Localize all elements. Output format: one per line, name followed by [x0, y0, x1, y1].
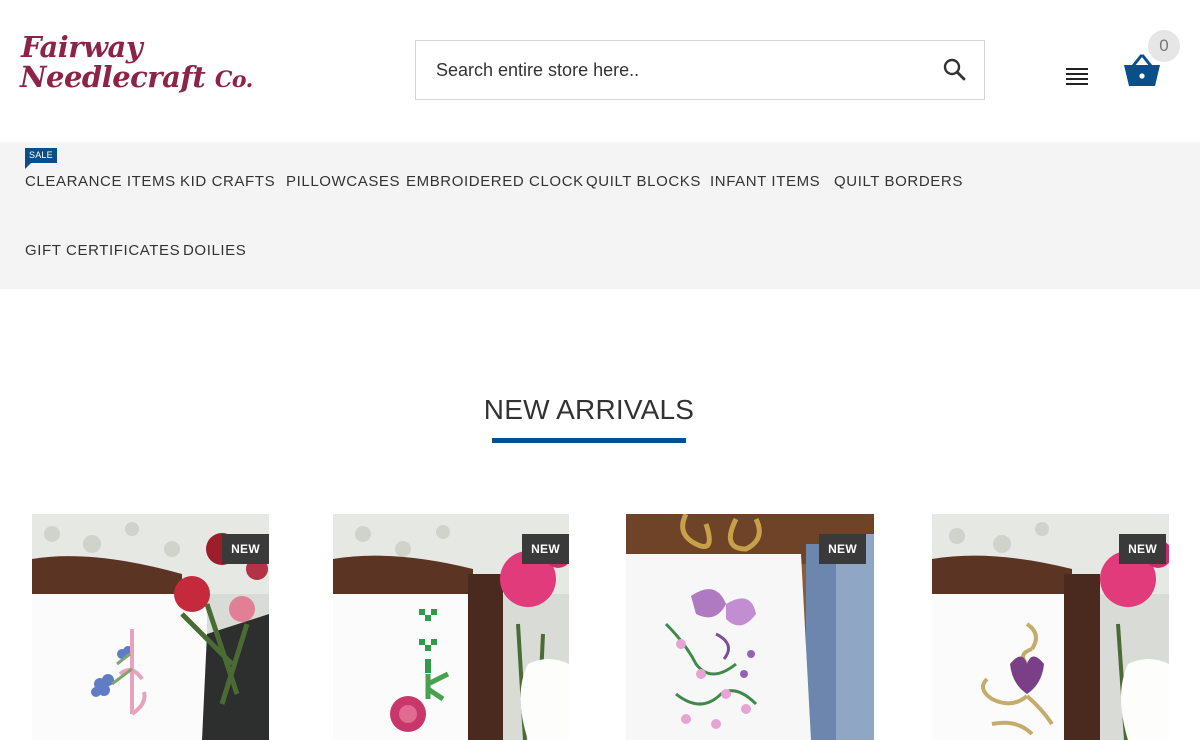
sale-badge: SALE	[25, 148, 57, 169]
product-card[interactable]: NEW	[333, 514, 569, 740]
nav-item-embroidered-clock[interactable]: EMBROIDERED CLOCK	[406, 173, 584, 190]
new-badge: NEW	[222, 534, 269, 564]
nav-item-pillowcases[interactable]: PILLOWCASES	[286, 173, 400, 190]
product-card[interactable]: NEW	[32, 514, 269, 740]
logo-line-1: Fairway	[21, 30, 143, 64]
nav-item-kid-crafts[interactable]: KID CRAFTS	[180, 173, 275, 190]
search-input[interactable]	[416, 41, 916, 99]
basket-icon	[1124, 54, 1160, 86]
product-card[interactable]: NEW	[932, 514, 1169, 740]
site-header: Fairway Needlecraft Co. 0	[0, 0, 1200, 142]
product-card[interactable]: NEW	[626, 514, 874, 740]
store-logo[interactable]: Fairway Needlecraft Co.	[20, 30, 270, 100]
nav-item-quilt-borders[interactable]: QUILT BORDERS	[834, 173, 963, 190]
search-bar	[415, 40, 985, 100]
category-nav	[0, 142, 1200, 289]
nav-item-gift-certificates[interactable]: GIFT CERTIFICATES	[25, 242, 180, 259]
new-badge: NEW	[522, 534, 569, 564]
nav-item-infant-items[interactable]: INFANT ITEMS	[710, 173, 820, 190]
search-icon[interactable]	[942, 57, 968, 83]
nav-item-clearance-items[interactable]: CLEARANCE ITEMS	[25, 173, 176, 190]
nav-item-quilt-blocks[interactable]: QUILT BLOCKS	[586, 173, 701, 190]
section-title: NEW ARRIVALS	[483, 394, 695, 425]
logo-line-2: Needlecraft Co.	[20, 60, 253, 94]
title-underline	[492, 438, 686, 443]
new-badge: NEW	[1119, 534, 1166, 564]
menu-icon[interactable]	[1064, 66, 1090, 88]
new-badge: NEW	[819, 534, 866, 564]
nav-item-doilies[interactable]: DOILIES	[183, 242, 246, 259]
cart-button[interactable]: 0	[1122, 30, 1184, 92]
